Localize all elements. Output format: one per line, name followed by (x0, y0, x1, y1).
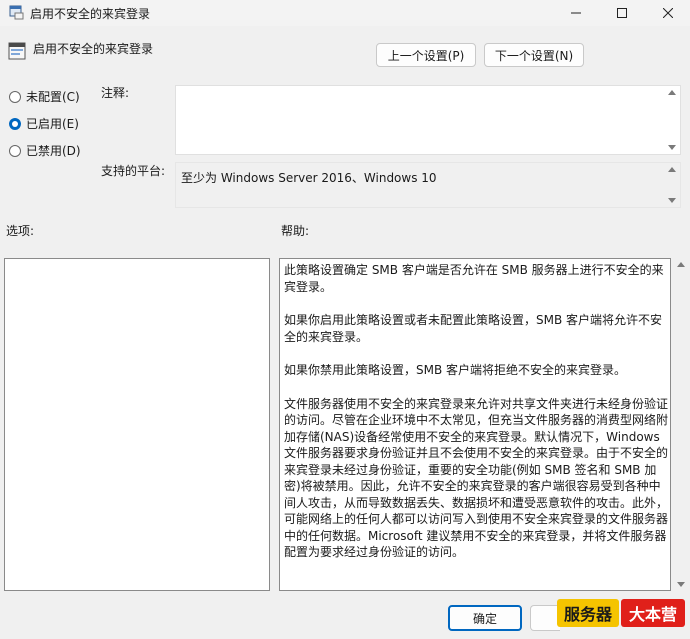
platform-scroll-down[interactable] (668, 198, 676, 203)
radio-disabled-indicator[interactable] (9, 144, 21, 157)
platform-box: 至少为 Windows Server 2016、Windows 10 (175, 162, 681, 208)
policy-setting-icon (8, 42, 26, 60)
watermark-part1: 服务器 (557, 599, 619, 627)
window-title: 启用不安全的来宾登录 (30, 7, 151, 21)
maximize-button[interactable] (599, 0, 645, 26)
comment-textarea[interactable] (175, 85, 681, 155)
ok-button[interactable]: 确定 (448, 605, 522, 631)
help-text: 此策略设置确定 SMB 客户端是否允许在 SMB 服务器上进行不安全的来宾登录。… (284, 262, 669, 578)
next-setting-button[interactable]: 下一个设置(N) (484, 43, 584, 67)
comment-label: 注释: (101, 86, 130, 100)
radio-not-configured-indicator[interactable] (9, 90, 21, 103)
help-paragraph: 文件服务器使用不安全的来宾登录来允许对共享文件夹进行未经身份验证的访问。尽管在企… (284, 396, 669, 560)
help-paragraph: 如果你禁用此策略设置，SMB 客户端将拒绝不安全的来宾登录。 (284, 363, 627, 377)
watermark-part2: 大本营 (621, 599, 685, 627)
radio-not-configured-label: 未配置(C) (26, 90, 80, 104)
options-label: 选项: (6, 224, 35, 238)
setting-title: 启用不安全的来宾登录 (33, 42, 154, 56)
policy-icon (9, 4, 25, 20)
minimize-button[interactable] (553, 0, 599, 26)
close-button[interactable] (645, 0, 690, 26)
cancel-button[interactable] (530, 605, 560, 631)
radio-enabled-label: 已启用(E) (26, 117, 79, 131)
options-panel (4, 258, 270, 591)
radio-not-configured[interactable]: 未配置(C) (9, 88, 80, 105)
help-label: 帮助: (281, 224, 310, 238)
radio-disabled-label: 已禁用(D) (26, 144, 81, 158)
help-scrollbar[interactable] (675, 258, 687, 591)
previous-setting-button[interactable]: 上一个设置(P) (376, 43, 476, 67)
radio-enabled-indicator[interactable] (9, 117, 21, 130)
help-scroll-down[interactable] (677, 582, 685, 587)
help-scroll-up[interactable] (677, 262, 685, 267)
platform-value: 至少为 Windows Server 2016、Windows 10 (181, 171, 437, 185)
platform-scroll-up[interactable] (668, 167, 676, 172)
help-paragraph: 此策略设置确定 SMB 客户端是否允许在 SMB 服务器上进行不安全的来宾登录。 (284, 263, 664, 294)
radio-disabled[interactable]: 已禁用(D) (9, 142, 81, 159)
help-paragraph: 如果你启用此策略设置或者未配置此策略设置，SMB 客户端将允许不安全的来宾登录。 (284, 313, 663, 344)
platform-label: 支持的平台: (101, 164, 166, 178)
comment-scroll-down[interactable] (668, 145, 676, 150)
comment-scroll-up[interactable] (668, 90, 676, 95)
help-panel: 此策略设置确定 SMB 客户端是否允许在 SMB 服务器上进行不安全的来宾登录。… (279, 258, 671, 591)
radio-enabled[interactable]: 已启用(E) (9, 115, 79, 132)
